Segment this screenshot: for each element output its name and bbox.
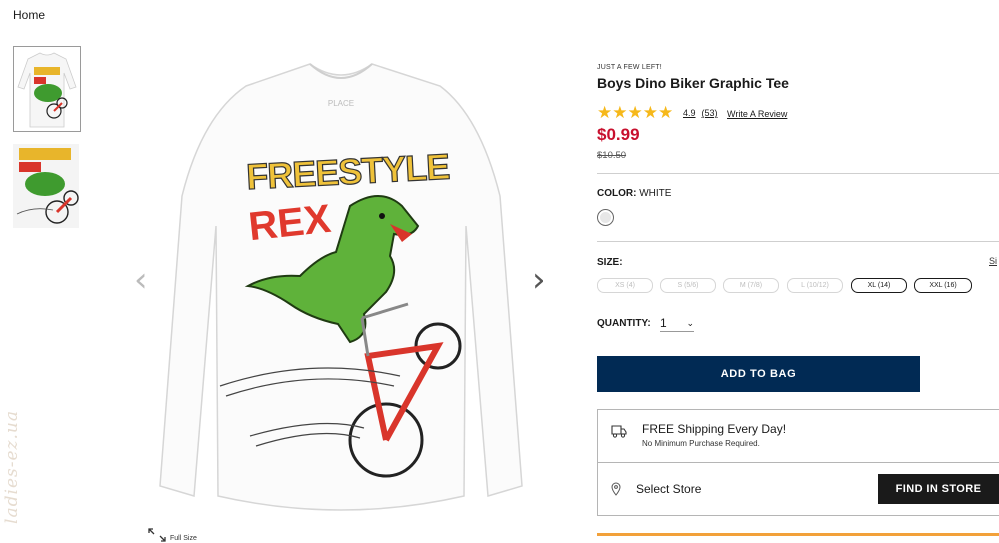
next-image-chevron-icon[interactable]: › bbox=[532, 263, 546, 297]
full-size-label: Full Size bbox=[170, 535, 197, 542]
product-title: Boys Dino Biker Graphic Tee bbox=[597, 75, 789, 91]
size-option-xxl[interactable]: XXL (16) bbox=[914, 278, 972, 293]
promo-bar bbox=[597, 533, 999, 536]
shipping-subtitle: No Minimum Purchase Required. bbox=[642, 439, 760, 448]
rating-count[interactable]: (53) bbox=[702, 108, 718, 118]
breadcrumb-home[interactable]: Home bbox=[13, 8, 45, 22]
color-swatch-white[interactable] bbox=[597, 209, 614, 226]
location-pin-icon bbox=[611, 482, 621, 496]
add-to-bag-button[interactable]: ADD TO BAG bbox=[597, 356, 920, 392]
rating-summary[interactable]: 4.9 (53) bbox=[683, 108, 718, 118]
truck-icon bbox=[611, 425, 627, 438]
star-icon: ★ bbox=[627, 103, 643, 123]
rating-stars: ★ ★ ★ ★ ★ bbox=[597, 105, 673, 122]
thumbnail-graphic[interactable] bbox=[13, 144, 79, 228]
divider bbox=[597, 241, 999, 242]
size-option-l[interactable]: L (10/12) bbox=[787, 278, 843, 293]
rating-value[interactable]: 4.9 bbox=[683, 108, 696, 118]
thumbnail-front[interactable] bbox=[13, 46, 81, 132]
shirt-brand-tag: PLACE bbox=[328, 99, 354, 108]
expand-icon bbox=[148, 528, 166, 542]
quantity-value: 1 bbox=[660, 316, 667, 330]
watermark: ladies-ez.ua bbox=[2, 410, 22, 524]
divider bbox=[598, 462, 999, 463]
chevron-down-icon: ⌄ bbox=[686, 318, 694, 328]
quantity-label: QUANTITY: bbox=[597, 318, 651, 329]
divider bbox=[597, 173, 999, 174]
star-icon: ★ bbox=[642, 103, 658, 123]
original-price: $10.50 bbox=[597, 150, 627, 161]
size-option-xl[interactable]: XL (14) bbox=[851, 278, 907, 293]
main-product-image: PLACE FREESTYLE REX bbox=[150, 56, 532, 516]
quantity-select[interactable]: 1 ⌄ bbox=[660, 316, 694, 332]
size-guide-link[interactable]: Si bbox=[989, 256, 997, 266]
size-option-s[interactable]: S (5/6) bbox=[660, 278, 716, 293]
shipping-title: FREE Shipping Every Day! bbox=[642, 422, 787, 436]
star-icon: ★ bbox=[612, 103, 628, 123]
size-option-xs[interactable]: XS (4) bbox=[597, 278, 653, 293]
select-store-link[interactable]: Select Store bbox=[636, 482, 701, 496]
graphic-text-rex: REX bbox=[246, 197, 333, 249]
color-label: COLOR: WHITE bbox=[597, 188, 672, 199]
full-size-button[interactable]: Full Size bbox=[148, 528, 197, 542]
color-value: WHITE bbox=[639, 188, 672, 199]
stock-badge: JUST A FEW LEFT! bbox=[597, 64, 662, 71]
find-in-store-button[interactable]: FIND IN STORE bbox=[878, 474, 999, 504]
sale-price: $0.99 bbox=[597, 125, 640, 144]
size-option-m[interactable]: M (7/8) bbox=[723, 278, 779, 293]
prev-image-chevron-icon[interactable]: ‹ bbox=[134, 263, 148, 297]
write-review-link[interactable]: Write A Review bbox=[727, 109, 787, 119]
size-label: SIZE: bbox=[597, 257, 623, 268]
star-icon: ★ bbox=[597, 103, 613, 123]
star-icon: ★ bbox=[658, 103, 674, 123]
